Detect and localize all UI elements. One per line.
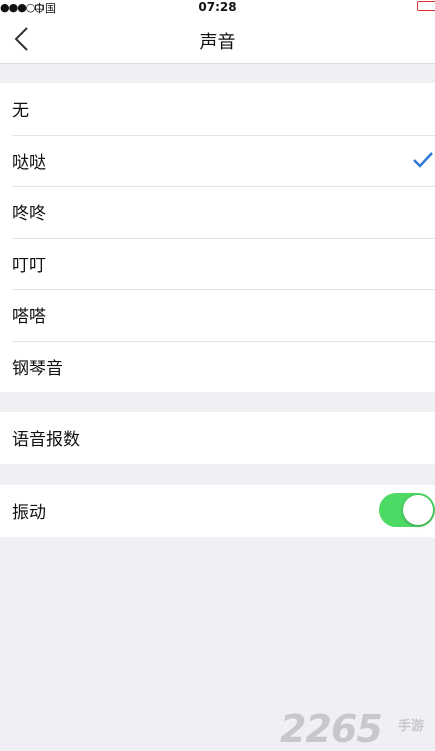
navigation-bar: 声音	[0, 14, 435, 64]
sound-option-none[interactable]: 无	[0, 83, 435, 135]
sound-option-label: 钢琴音	[12, 358, 63, 379]
watermark-logo: 2265 手游	[280, 705, 435, 751]
sound-option-label: 叮叮	[12, 255, 46, 276]
sound-option-label: 哒哒	[12, 152, 46, 173]
checkmark-icon	[413, 151, 433, 168]
sound-option-dongdong[interactable]: 咚咚	[0, 186, 435, 238]
vibration-row: 振动	[0, 485, 435, 537]
sound-option-dingding[interactable]: 叮叮	[0, 237, 435, 290]
vibration-label: 振动	[12, 503, 46, 524]
sound-option-label: 无	[12, 101, 29, 122]
voice-readout-row[interactable]: 语音报数	[0, 412, 435, 464]
sound-option-label: 嗒嗒	[12, 307, 46, 328]
sound-option-piano[interactable]: 钢琴音	[0, 340, 435, 393]
watermark-number: 2265	[280, 707, 383, 751]
vibration-toggle[interactable]	[379, 493, 435, 527]
voice-readout-label: 语音报数	[12, 430, 80, 451]
toggle-knob	[403, 495, 433, 525]
sound-options-list: 无 哒哒 咚咚 叮叮 嗒嗒 钢琴音	[0, 83, 435, 392]
sound-option-label: 咚咚	[12, 204, 46, 225]
battery-icon	[417, 1, 435, 11]
status-time: 07:28	[198, 0, 237, 14]
sound-option-dada2[interactable]: 嗒嗒	[0, 289, 435, 341]
vibration-section: 振动	[0, 485, 435, 537]
sound-option-dada[interactable]: 哒哒	[0, 134, 435, 187]
voice-readout-section: 语音报数	[0, 412, 435, 464]
watermark-text: 手游	[398, 719, 425, 734]
status-bar: ●●●○○ 中国 07:28	[0, 0, 435, 15]
page-title: 声音	[199, 32, 236, 53]
